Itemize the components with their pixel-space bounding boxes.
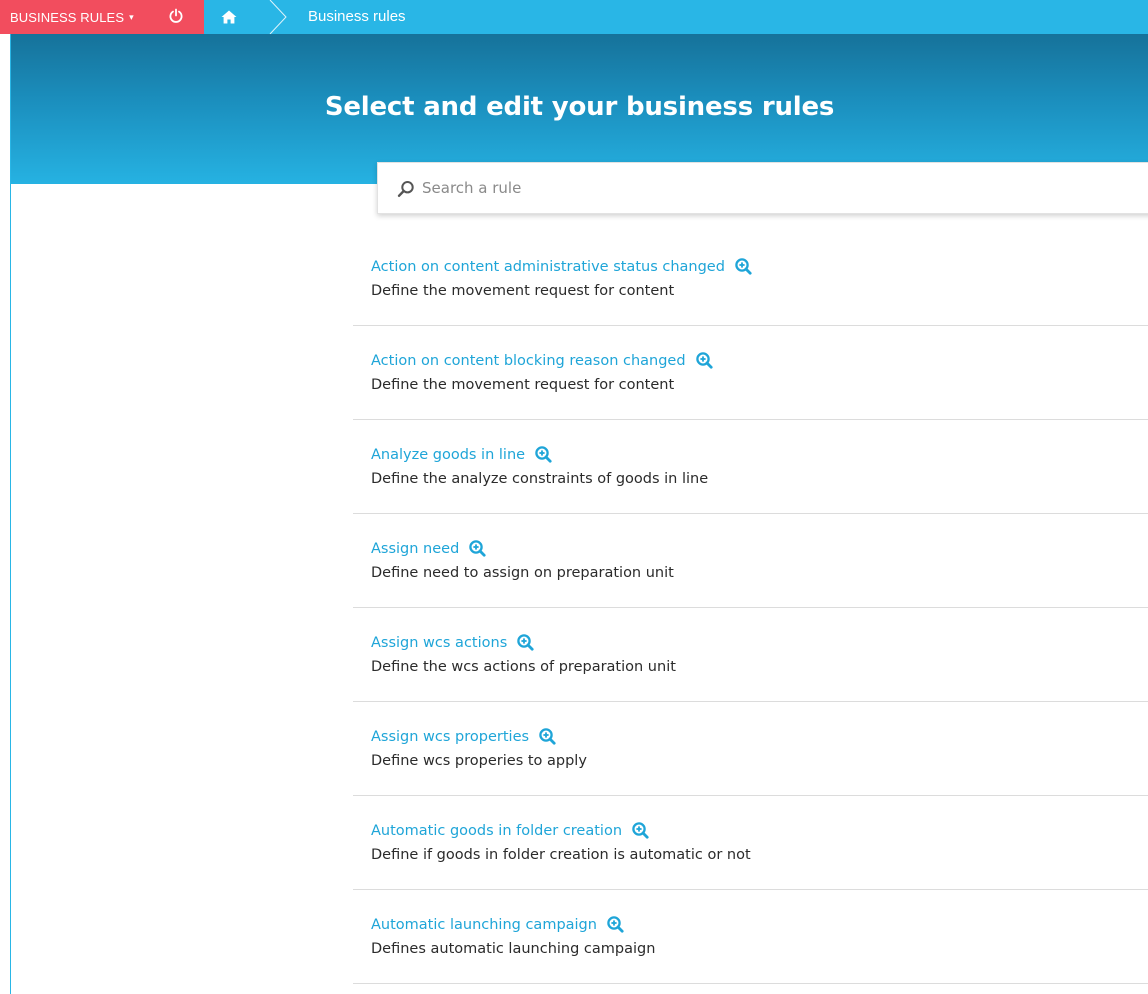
zoom-in-icon[interactable] xyxy=(539,728,556,745)
power-icon[interactable] xyxy=(168,8,184,24)
list-item: Assign wcs actions Define the wcs action… xyxy=(353,608,1148,702)
rule-link[interactable]: Analyze goods in line xyxy=(371,446,552,463)
zoom-in-icon[interactable] xyxy=(695,352,713,369)
rule-description: Define the movement request for content xyxy=(371,377,675,393)
rule-title[interactable]: Automatic launching campaign xyxy=(371,917,597,933)
home-icon[interactable] xyxy=(220,8,238,26)
rule-description: Define if goods in folder creation is au… xyxy=(371,847,751,863)
list-item: Automatic launching campaign Defines aut… xyxy=(353,890,1148,984)
rule-description: Define need to assign on preparation uni… xyxy=(371,565,674,581)
app-menu-button[interactable]: BUSINESS RULES ▾ xyxy=(0,0,204,34)
rule-title[interactable]: Assign need xyxy=(371,541,459,557)
page-title: Select and edit your business rules xyxy=(324,92,835,122)
rule-link[interactable]: Assign wcs properties xyxy=(371,728,556,745)
rule-description: Define the movement request for content xyxy=(371,283,675,299)
list-item: Analyze goods in line Define the analyze… xyxy=(353,420,1148,514)
search-input[interactable] xyxy=(422,163,1022,213)
rule-title[interactable]: Analyze goods in line xyxy=(371,447,525,463)
app-menu-label: BUSINESS RULES xyxy=(10,9,125,25)
list-item: Assign wcs properties Define wcs properi… xyxy=(353,702,1148,796)
rule-link[interactable]: Action on content blocking reason change… xyxy=(371,352,713,369)
rule-link[interactable]: Action on content administrative status … xyxy=(371,258,752,275)
zoom-in-icon[interactable] xyxy=(535,446,552,463)
zoom-in-icon[interactable] xyxy=(632,822,649,839)
zoom-in-icon[interactable] xyxy=(517,634,534,651)
search-box[interactable] xyxy=(377,162,1148,214)
list-item: Action on content administrative status … xyxy=(353,232,1148,326)
zoom-in-icon[interactable] xyxy=(469,540,486,557)
rule-title[interactable]: Assign wcs properties xyxy=(371,729,529,745)
rule-title[interactable]: Action on content blocking reason change… xyxy=(371,353,686,369)
list-item: Assign need Define need to assign on pre… xyxy=(353,514,1148,608)
search-icon xyxy=(397,181,414,198)
rule-description: Define wcs properies to apply xyxy=(371,753,587,769)
rule-link[interactable]: Assign need xyxy=(371,540,486,557)
top-navigation-bar: BUSINESS RULES ▾ Business rules xyxy=(0,0,1148,34)
breadcrumb-current[interactable]: Business rules xyxy=(308,0,406,34)
zoom-in-icon[interactable] xyxy=(735,258,752,275)
rule-title[interactable]: Assign wcs actions xyxy=(371,635,507,651)
rule-link[interactable]: Automatic goods in folder creation xyxy=(371,822,649,839)
rule-description: Define the analyze constraints of goods … xyxy=(371,471,709,487)
list-item: Action on content blocking reason change… xyxy=(353,326,1148,420)
rules-list: Action on content administrative status … xyxy=(353,232,1148,984)
rule-description: Defines automatic launching campaign xyxy=(371,941,656,957)
rule-description: Define the wcs actions of preparation un… xyxy=(371,659,676,675)
caret-down-icon: ▾ xyxy=(129,11,134,22)
breadcrumb-separator-icon xyxy=(269,0,287,34)
rule-link[interactable]: Assign wcs actions xyxy=(371,634,534,651)
rule-link[interactable]: Automatic launching campaign xyxy=(371,916,624,933)
list-item: Automatic goods in folder creation Defin… xyxy=(353,796,1148,890)
rule-title[interactable]: Automatic goods in folder creation xyxy=(371,823,622,839)
rule-title[interactable]: Action on content administrative status … xyxy=(371,259,725,275)
zoom-in-icon[interactable] xyxy=(607,916,624,933)
